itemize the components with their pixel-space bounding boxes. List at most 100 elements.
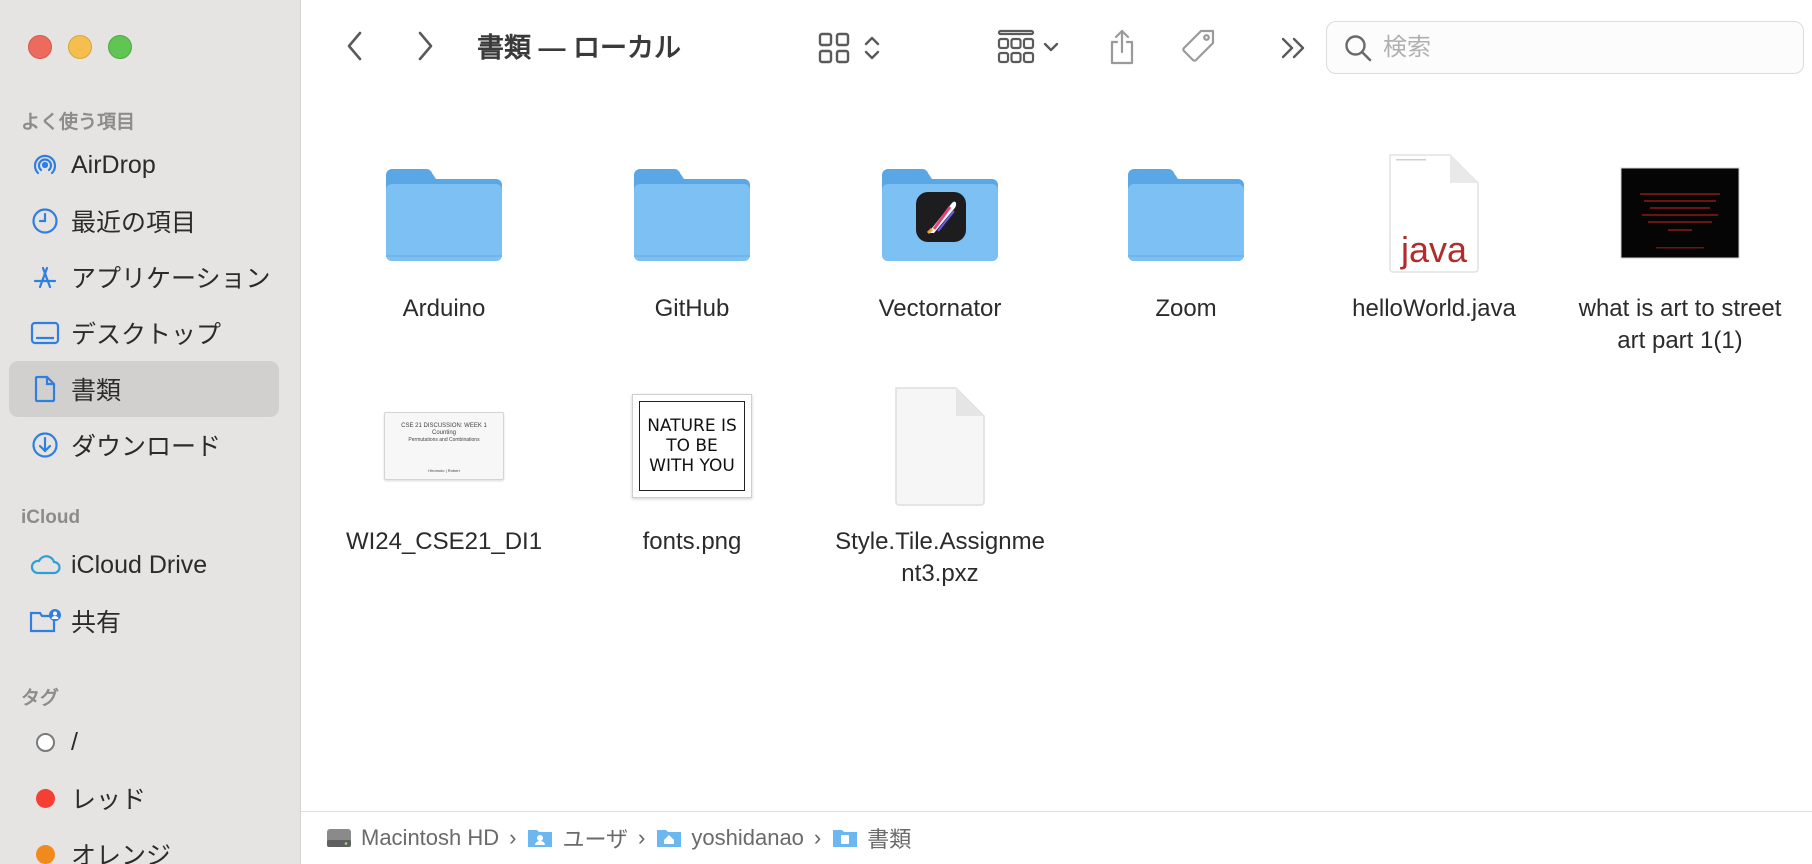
slide-thumbnail: CSE 21 DISCUSSION: WEEK 1 Counting Permu…	[329, 376, 559, 516]
file-item-style-tile[interactable]: Style.Tile.Assignment3.pxz	[825, 376, 1055, 590]
documents-folder-icon	[831, 825, 859, 851]
window-title: 書類 — ローカル	[477, 33, 682, 63]
sidebar-item-label: アプリケーション	[71, 265, 271, 293]
updown-chevron-icon	[864, 36, 880, 60]
file-name: what is art to street art part 1(1)	[1578, 295, 1782, 354]
file-item-fonts-png[interactable]: NATURE IS TO BE WITH YOU fonts.png	[577, 376, 807, 558]
path-bar: Macintosh HD › ユーザ › yoshidanao › 書類	[301, 811, 1812, 864]
dark-document-thumbnail	[1565, 143, 1795, 283]
double-chevron-right-icon	[1281, 37, 1305, 59]
file-item-vectornator[interactable]: Vectornator	[825, 143, 1055, 325]
sidebar-item-label: 共有	[71, 609, 122, 637]
zoom-window-button[interactable]	[108, 35, 132, 59]
users-folder-icon	[526, 825, 554, 851]
path-crumb-users[interactable]: ユーザ	[526, 822, 628, 854]
sidebar-item-label: オレンジ	[71, 842, 172, 864]
search-field[interactable]	[1326, 21, 1804, 74]
folder-icon	[577, 143, 807, 283]
slide-line: Permutations and Combinations	[408, 437, 480, 443]
file-item-street-art[interactable]: what is art to street art part 1(1)	[1565, 143, 1795, 357]
sidebar-item-recents[interactable]: 最近の項目	[9, 193, 279, 249]
sidebar-item-icloud-drive[interactable]: iCloud Drive	[9, 537, 279, 593]
sidebar-item-label: iCloud Drive	[71, 550, 208, 579]
file-name: GitHub	[654, 295, 730, 322]
sidebar-tag-slash[interactable]: /	[9, 714, 279, 770]
file-item-helloworld-java[interactable]: java helloWorld.java	[1319, 143, 1549, 325]
sidebar-tag-orange[interactable]: オレンジ	[9, 826, 279, 864]
sidebar-item-label: デスクトップ	[71, 321, 222, 349]
sidebar-item-label: AirDrop	[71, 150, 156, 179]
sidebar-item-applications[interactable]: アプリケーション	[9, 249, 279, 305]
applications-icon	[23, 255, 67, 299]
minimize-window-button[interactable]	[68, 35, 92, 59]
sidebar-item-label: レッド	[71, 786, 147, 814]
chevron-down-icon	[1043, 42, 1059, 52]
sidebar-item-label: 書類	[71, 377, 122, 405]
path-crumb-documents[interactable]: 書類	[831, 822, 911, 854]
path-crumb-label: yoshidanao	[691, 825, 804, 850]
desktop-icon	[23, 311, 67, 355]
java-badge: java	[1400, 229, 1468, 270]
view-mode-button[interactable]	[812, 28, 886, 68]
search-input[interactable]	[1383, 33, 1763, 62]
red-tag-icon	[23, 776, 67, 820]
file-name: WI24_CSE21_DI1	[345, 528, 543, 555]
file-name: Style.Tile.Assignment3.pxz	[835, 528, 1045, 587]
file-name: Vectornator	[878, 295, 1002, 322]
chevron-right-icon	[418, 31, 433, 61]
slide-title: CSE 21 DISCUSSION: WEEK 1	[401, 423, 487, 429]
tag-circle-icon	[23, 720, 67, 764]
sidebar-item-airdrop[interactable]: AirDrop	[9, 137, 279, 193]
hard-drive-icon	[325, 825, 353, 851]
airdrop-icon	[23, 143, 67, 187]
folder-icon	[1071, 143, 1301, 283]
favorites-section-title: よく使う項目	[21, 112, 136, 133]
folder-icon	[329, 143, 559, 283]
window-controls	[28, 35, 132, 59]
java-file-icon: java	[1319, 143, 1549, 283]
file-item-zoom[interactable]: Zoom	[1071, 143, 1301, 325]
share-button[interactable]	[1100, 24, 1144, 70]
sidebar-item-shared[interactable]: 共有	[9, 593, 279, 649]
sidebar-item-label: ダウンロード	[71, 433, 222, 461]
path-crumb-macintosh-hd[interactable]: Macintosh HD	[325, 825, 499, 851]
group-icon	[997, 29, 1035, 64]
orange-tag-icon	[23, 832, 67, 864]
grid-view-icon	[818, 32, 850, 64]
file-item-arduino[interactable]: Arduino	[329, 143, 559, 325]
group-button[interactable]	[990, 26, 1066, 68]
file-name: Arduino	[402, 295, 486, 322]
back-button[interactable]	[337, 26, 373, 66]
file-item-wi24-cse21[interactable]: CSE 21 DISCUSSION: WEEK 1 Counting Permu…	[329, 376, 559, 558]
sidebar-item-label: /	[71, 727, 78, 756]
slide-subtitle: Counting	[431, 430, 457, 436]
tag-button[interactable]	[1176, 24, 1222, 70]
path-crumb-home[interactable]: yoshidanao	[655, 825, 804, 851]
path-crumb-label: 書類	[867, 827, 912, 852]
download-icon	[23, 423, 67, 467]
chevron-left-icon	[347, 31, 362, 61]
image-caption: NATURE IS TO BE WITH YOU	[639, 401, 745, 491]
path-crumb-label: Macintosh HD	[361, 825, 500, 850]
path-separator-icon: ›	[509, 825, 517, 850]
search-icon	[1345, 34, 1372, 61]
file-name: Zoom	[1155, 295, 1217, 322]
path-crumb-label: ユーザ	[562, 827, 629, 852]
tag-icon	[1182, 29, 1215, 62]
more-toolbar-button[interactable]	[1274, 28, 1314, 68]
close-window-button[interactable]	[28, 35, 52, 59]
sidebar-item-label: 最近の項目	[71, 209, 197, 237]
shared-folder-icon	[23, 599, 67, 643]
path-separator-icon: ›	[638, 825, 646, 850]
sidebar-item-desktop[interactable]: デスクトップ	[9, 305, 279, 361]
icloud-section-title: iCloud	[21, 507, 81, 528]
sidebar-item-downloads[interactable]: ダウンロード	[9, 417, 279, 473]
sidebar-item-documents[interactable]: 書類	[9, 361, 279, 417]
file-item-github[interactable]: GitHub	[577, 143, 807, 325]
clock-icon	[23, 199, 67, 243]
file-name: helloWorld.java	[1352, 295, 1516, 322]
sidebar-tag-red[interactable]: レッド	[9, 770, 279, 826]
path-separator-icon: ›	[813, 825, 822, 850]
cloud-icon	[23, 543, 67, 587]
forward-button[interactable]	[407, 26, 443, 66]
